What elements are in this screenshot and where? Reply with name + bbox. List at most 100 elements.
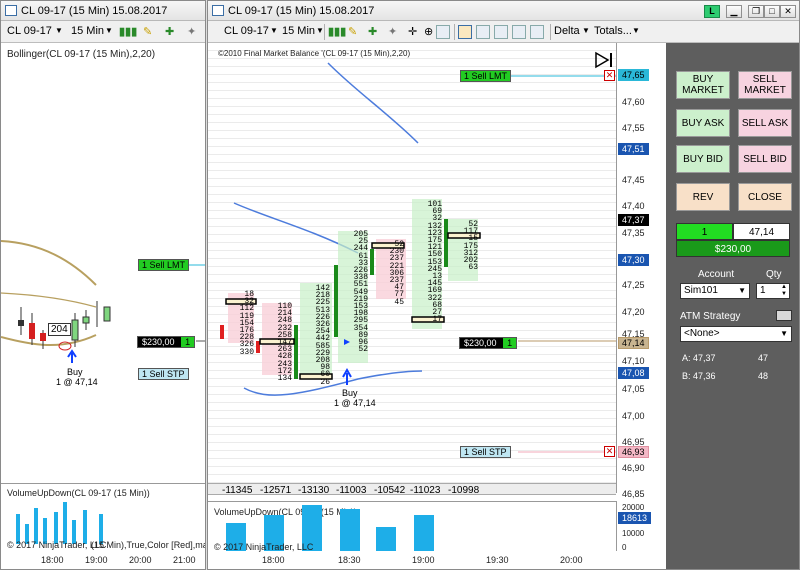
price-marker: 47,08 (618, 367, 649, 379)
close-position-button[interactable]: CLOSE (738, 183, 792, 211)
crosshair-icon[interactable]: ✛ (408, 25, 417, 38)
right-time-axis: 18:00 18:30 19:00 19:30 20:00 (208, 553, 666, 569)
candlestick-style-icon[interactable]: ▮▮▮ (119, 25, 137, 38)
right-position-tag[interactable]: $230,00 1 (459, 337, 518, 349)
candlestick-style-icon[interactable]: ▮▮▮ (328, 25, 346, 38)
sell-ask-button[interactable]: SELL ASK (738, 109, 792, 137)
candle (40, 333, 46, 341)
buy-market-label: BUY MARKET (682, 74, 724, 96)
totals-select[interactable]: Totals... (594, 25, 632, 37)
left-sell-lmt-tag[interactable]: 1 Sell LMT (138, 259, 190, 271)
right-copyright: © 2017 NinjaTrader, LLC (214, 542, 314, 552)
chart-trader-icon[interactable] (458, 25, 472, 39)
buy-bid-button[interactable]: BUY BID (676, 145, 730, 173)
ask-size: 47 (758, 353, 769, 363)
insert-indicator-icon[interactable]: ✚ (368, 25, 377, 38)
delta-chevron-icon[interactable]: ▼ (582, 26, 590, 35)
right-position-qty: 1 (503, 338, 517, 348)
rev-button[interactable]: REV (676, 183, 730, 211)
buy-bid-label: BUY BID (683, 153, 723, 165)
right-title-bar[interactable]: CL 09-17 (15 Min) 15.08.2017 L ▁ ❐ □ ✕ (208, 1, 799, 21)
left-time-axis: 18:00 19:00 20:00 21:00 (1, 553, 205, 569)
left-chart-window: CL 09-17 (15 Min) 15.08.2017 CL 09-17 ▼ … (0, 0, 206, 570)
maximize-button[interactable]: □ (764, 5, 780, 18)
right-instrument-chevron-icon[interactable]: ▼ (270, 26, 278, 35)
price-tick: 46,90 (622, 463, 645, 473)
sell-market-button[interactable]: SELL MARKET (738, 71, 792, 99)
footprint-col-1: 18 32 112 119 154 176 228 326 330 (228, 290, 254, 357)
pin-icon[interactable]: ✦ (388, 25, 397, 38)
sell-ask-label: SELL ASK (741, 117, 789, 129)
left-position-tag[interactable]: $230,00 1 (137, 336, 196, 348)
footprint-col-4: 205 25 244 61 33 226 338 551 549 219 153 198 295 354 8… (342, 230, 368, 355)
candle-body (294, 325, 298, 379)
chart-image-icon[interactable] (494, 25, 508, 39)
footprint-cell: 45 (394, 297, 404, 307)
left-sell-lmt-text: 1 Sell LMT (142, 260, 186, 270)
position-qty-value: 1 (701, 227, 708, 238)
qty-input[interactable]: 1 ▲ ▼ (756, 283, 790, 299)
properties-icon[interactable] (512, 25, 526, 39)
minimize-button[interactable]: ▁ (726, 5, 742, 18)
left-toolbar: CL 09-17 ▼ 15 Min ▼ ▮▮▮ ✎ ✚ ✦ (1, 21, 205, 43)
left-buy-label: Buy (67, 367, 83, 377)
sell-bid-label: SELL BID (743, 153, 787, 165)
lmt-price-marker: 47,65 (618, 69, 649, 81)
left-window-title: CL 09-17 (15 Min) 15.08.2017 (21, 5, 168, 17)
bid-price: B: 47,36 (682, 371, 716, 381)
close-button[interactable]: ✕ (780, 5, 796, 18)
draw-pencil-icon[interactable]: ✎ (143, 25, 152, 38)
left-sell-stp-text: 1 Sell STP (142, 369, 185, 379)
link-icon[interactable]: L (704, 5, 720, 18)
buy-ask-label: BUY ASK (681, 117, 725, 129)
zoom-box-icon[interactable] (436, 25, 450, 39)
buy-ask-button[interactable]: BUY ASK (676, 109, 730, 137)
volume-tick: 10000 (622, 529, 645, 538)
restore-button[interactable]: ❐ (748, 5, 764, 18)
sell-bid-button[interactable]: SELL BID (738, 145, 792, 173)
left-sell-stp-tag[interactable]: 1 Sell STP (138, 368, 189, 380)
footprint-cell: 330 (239, 347, 254, 357)
right-interval-select[interactable]: 15 Min (282, 25, 315, 37)
zoom-in-icon[interactable]: ⊕ (424, 25, 433, 38)
right-interval-chevron-icon[interactable]: ▼ (316, 26, 324, 35)
atm-strategy-value: <None> (684, 328, 720, 339)
cancel-stp-button[interactable]: ✕ (604, 446, 615, 457)
left-title-bar[interactable]: CL 09-17 (15 Min) 15.08.2017 (1, 1, 205, 21)
window-list-icon[interactable] (530, 25, 544, 39)
right-sell-lmt-tag[interactable]: 1 Sell LMT (460, 70, 512, 82)
left-interval-chevron-icon[interactable]: ▼ (105, 26, 113, 35)
right-instrument-select[interactable]: CL 09-17 (224, 25, 269, 37)
delta-value: -10998 (448, 485, 480, 496)
data-box-icon[interactable] (476, 25, 490, 39)
insert-indicator-icon[interactable]: ✚ (165, 25, 174, 38)
time-label: 19:00 (412, 555, 435, 565)
time-label: 21:00 (173, 555, 196, 565)
time-label: 19:00 (85, 555, 108, 565)
account-select[interactable]: Sim101 ▼ (680, 283, 750, 299)
price-tick: 47,25 (622, 280, 645, 290)
cancel-lmt-button[interactable]: ✕ (604, 70, 615, 81)
delta-select[interactable]: Delta (554, 25, 580, 37)
atm-strategy-select[interactable]: <None> ▼ (680, 326, 792, 342)
candle (29, 323, 35, 339)
left-instrument-select[interactable]: CL 09-17 (7, 25, 52, 37)
chart-window-icon (212, 5, 224, 16)
volume-bar (34, 508, 38, 544)
price-tick: 47,05 (622, 384, 645, 394)
volume-bar (376, 527, 396, 551)
candle-body (370, 249, 374, 275)
left-interval-select[interactable]: 15 Min (71, 25, 104, 37)
right-sell-stp-tag[interactable]: 1 Sell STP (460, 446, 511, 458)
atm-strategy-label: ATM Strategy (680, 311, 741, 322)
candle (103, 306, 111, 322)
position-price-display: 47,14 (733, 223, 790, 240)
footprint-cell: 52 (358, 345, 368, 355)
pin-icon[interactable]: ✦ (187, 25, 196, 38)
totals-chevron-icon[interactable]: ▼ (632, 26, 640, 35)
price-tick: 47,20 (622, 307, 645, 317)
atm-settings-button[interactable] (776, 310, 792, 321)
buy-market-button[interactable]: BUY MARKET (676, 71, 730, 99)
left-instrument-chevron-icon[interactable]: ▼ (55, 26, 63, 35)
draw-pencil-icon[interactable]: ✎ (348, 25, 357, 38)
